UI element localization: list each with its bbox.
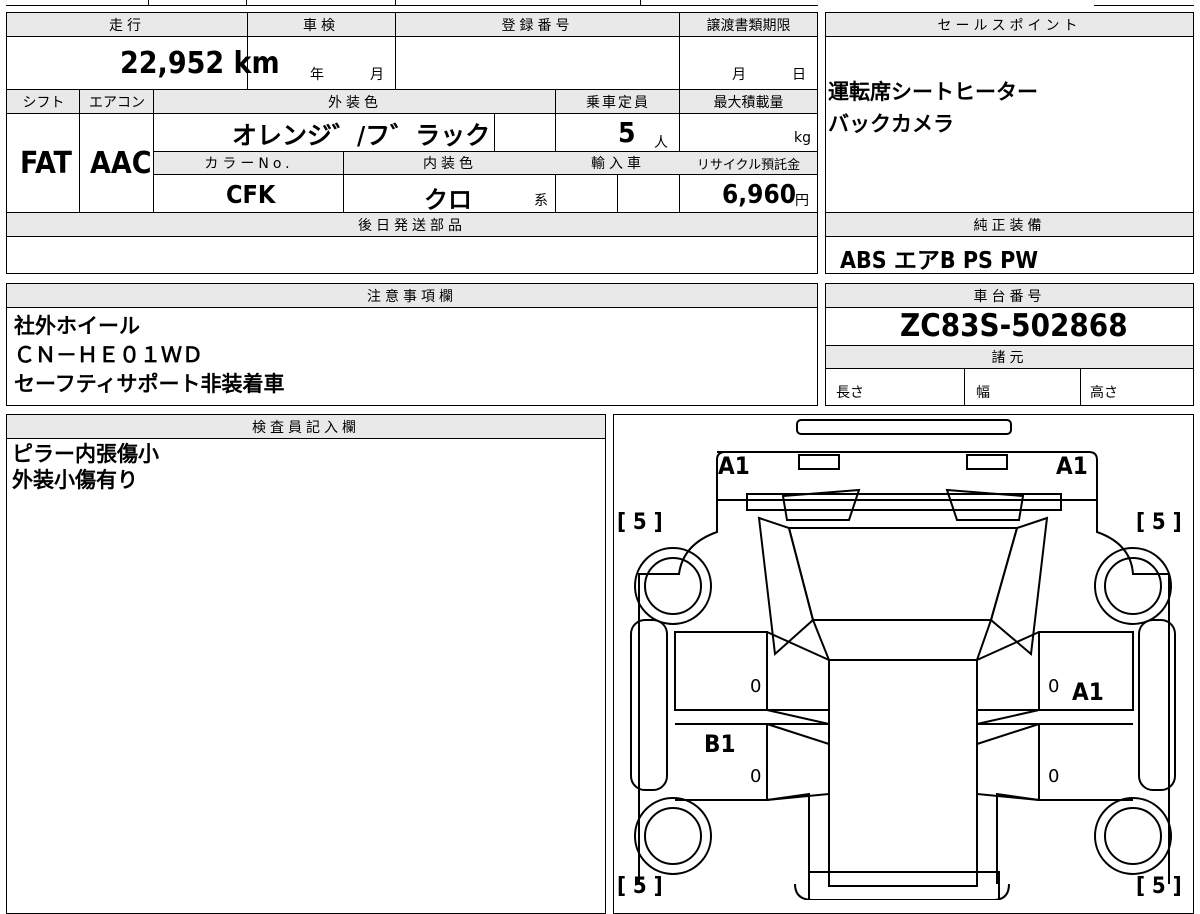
color-no-value: CFK	[226, 180, 276, 209]
genuine-equipment-header: 純正装備	[826, 213, 1193, 236]
specs-header: 諸元	[826, 346, 1193, 368]
transfer-day-unit: 日	[792, 67, 806, 83]
genuine-equipment-value: ABS エアB PS PW	[840, 248, 1039, 274]
col-line	[679, 13, 680, 89]
tire-tread-rear-left: [ 5 ]	[617, 874, 663, 899]
inspection-month-unit: 月	[370, 67, 384, 83]
damage-code-front-left: A1	[718, 452, 750, 480]
aircon-value: AAC	[90, 146, 152, 181]
col-line	[494, 113, 495, 151]
spec-length-label: 長さ	[836, 385, 864, 401]
inspection-year-unit: 年	[310, 67, 324, 83]
mileage-header: 走行	[7, 13, 247, 36]
exterior-color-value: オレンジ゛/フ゛ラック	[232, 121, 491, 150]
row-line	[7, 113, 818, 114]
spec-width-label: 幅	[976, 385, 990, 401]
note-line: ＣＮ－ＨＥ０１ＷＤ	[14, 343, 203, 367]
top-strip-line	[1094, 5, 1194, 6]
recycle-header: リサイクル預託金	[680, 152, 817, 174]
later-parts-header: 後日発送部品	[7, 213, 817, 236]
note-line: 社外ホイール	[14, 314, 140, 338]
sales-point-item: バックカメラ	[828, 112, 954, 136]
sales-points-header: セールスポイント	[826, 13, 1193, 36]
inspector-header: 検査員記入欄	[7, 415, 605, 438]
top-strip-line	[6, 5, 818, 6]
row-line	[826, 236, 1194, 237]
inspector-note-line: 外装小傷有り	[12, 468, 138, 492]
row-line	[826, 36, 1194, 37]
inspection-header: 車検	[247, 13, 395, 36]
row-line	[7, 307, 818, 308]
registration-header: 登録番号	[395, 13, 680, 36]
recycle-fee-value: 6,960	[722, 180, 796, 210]
sales-point-item: 運転席シートヒーター	[828, 80, 1038, 104]
recycle-fee-unit: 円	[795, 193, 809, 209]
zero-mark: 0	[1048, 676, 1060, 697]
capacity-unit: 人	[654, 135, 668, 151]
notes-header: 注意事項欄	[7, 284, 817, 307]
damage-code-left-door: B1	[704, 730, 736, 758]
chassis-number: ZC83S-502868	[900, 308, 1128, 344]
row-line	[154, 151, 818, 152]
col-line	[79, 90, 80, 212]
top-strip-divider	[640, 0, 641, 6]
exterior-color-header: 外装色	[154, 90, 556, 113]
interior-color-value: クロ	[424, 186, 472, 214]
max-load-unit: kg	[794, 130, 811, 146]
row-line	[826, 368, 1194, 369]
chassis-header: 車台番号	[826, 284, 1193, 307]
col-line	[964, 369, 965, 406]
col-line	[343, 152, 344, 212]
zero-mark: 0	[750, 766, 762, 787]
top-strip-divider	[395, 0, 396, 6]
row-line	[154, 174, 818, 175]
shift-header: シフト	[7, 90, 80, 113]
inspector-note-line: ピラー内張傷小	[12, 442, 159, 466]
color-no-header: カラーNo.	[154, 152, 344, 174]
damage-code-right-door: A1	[1072, 678, 1104, 706]
aircon-header: エアコン	[80, 90, 154, 113]
spec-height-label: 高さ	[1090, 385, 1118, 401]
row-line	[7, 236, 818, 237]
top-strip-divider	[148, 0, 149, 6]
car-outline	[630, 419, 1176, 900]
col-line	[1080, 369, 1081, 406]
capacity-value: 5	[618, 116, 636, 149]
row-line	[7, 438, 606, 439]
damage-code-front-right: A1	[1056, 452, 1088, 480]
tire-tread-front-left: [ 5 ]	[617, 510, 663, 535]
import-header: 輸入車	[556, 152, 680, 174]
max-load-header: 最大積載量	[680, 90, 817, 113]
transfer-month-unit: 月	[732, 67, 746, 83]
interior-color-header: 内装色	[344, 152, 556, 174]
interior-color-suffix: 系	[534, 193, 548, 209]
car-diagram-svg	[630, 419, 1176, 900]
col-line	[395, 13, 396, 89]
row-line	[7, 36, 818, 37]
zero-mark: 0	[1048, 766, 1060, 787]
shift-value: FAT	[20, 146, 72, 181]
capacity-header: 乗車定員	[556, 90, 680, 113]
tire-tread-rear-right: [ 5 ]	[1136, 874, 1182, 899]
transfer-deadline-header: 譲渡書類期限	[680, 13, 817, 36]
top-strip-divider	[246, 0, 247, 6]
tire-tread-front-right: [ 5 ]	[1136, 510, 1182, 535]
mileage-value: 22,952 km	[120, 46, 280, 81]
note-line: セーフティサポート非装着車	[14, 372, 285, 396]
zero-mark: 0	[750, 676, 762, 697]
